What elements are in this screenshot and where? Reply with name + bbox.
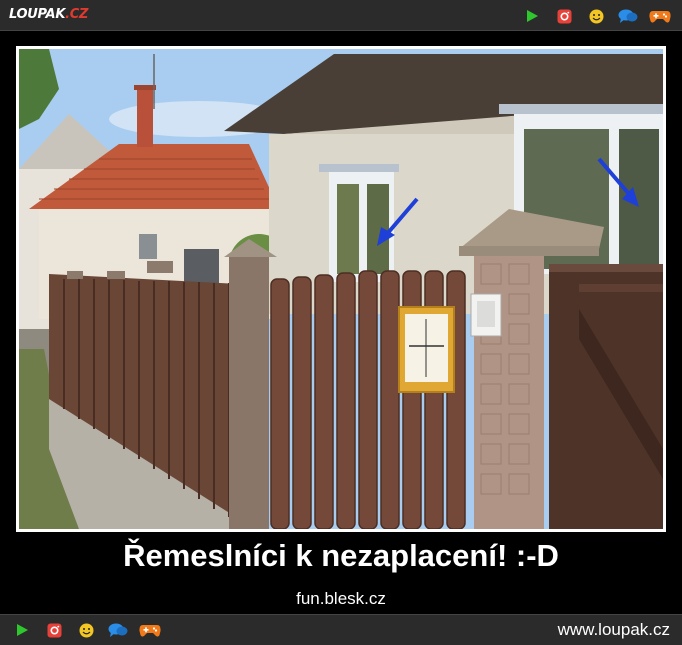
top-nav-icons <box>516 6 676 26</box>
photo-frame <box>16 46 666 532</box>
chat-icon[interactable] <box>612 6 644 26</box>
play-icon[interactable] <box>516 6 548 26</box>
smiley-icon[interactable] <box>70 620 102 640</box>
logo-main-text: LOUPAK <box>9 7 66 22</box>
post-caption: Řemeslníci k nezaplacení! :-D <box>123 538 559 573</box>
gamepad-icon[interactable] <box>134 620 166 640</box>
gamepad-icon[interactable] <box>644 6 676 26</box>
site-link[interactable]: www.loupak.cz <box>558 620 670 640</box>
post-photo[interactable] <box>19 49 663 529</box>
chat-icon[interactable] <box>102 620 134 640</box>
instagram-icon[interactable] <box>548 6 580 26</box>
post-source[interactable]: fun.blesk.cz <box>0 588 682 610</box>
bottom-nav-icons <box>6 620 166 640</box>
photo-illustration <box>19 49 663 529</box>
instagram-icon[interactable] <box>38 620 70 640</box>
logo-suffix-text: .CZ <box>65 7 89 22</box>
smiley-icon[interactable] <box>580 6 612 26</box>
site-logo[interactable]: LOUPAK.CZ <box>9 5 88 25</box>
play-icon[interactable] <box>6 620 38 640</box>
